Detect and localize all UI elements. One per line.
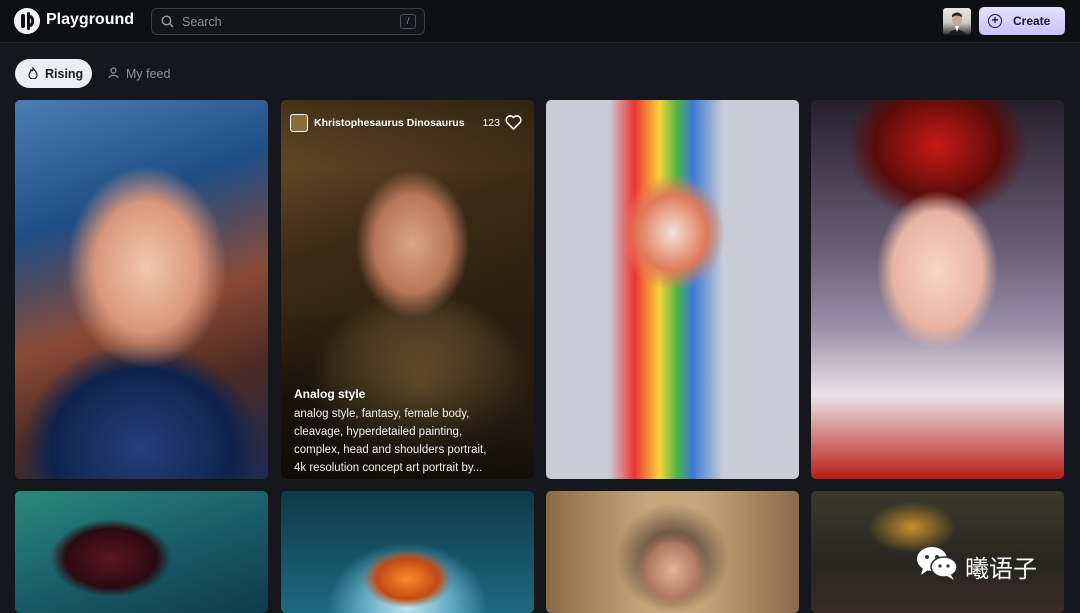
card-caption: Analog style analog style, fantasy, fema… [294,387,524,477]
tab-rising-label: Rising [45,67,84,81]
watermark-text: 曦语子 [965,555,1037,583]
search-shortcut-hint: / [400,14,416,29]
search-input[interactable]: Search / [151,8,425,35]
author-name: Khristophesaurus Dinosaurus [314,116,465,129]
feed-image-card[interactable] [546,491,799,613]
card-prompt-line: cleavage, hyperdetailed painting, [294,426,463,438]
search-icon [161,15,174,33]
watermark: 曦语子 [915,543,1055,583]
search-placeholder: Search [182,15,222,29]
card-prompt: analog style, fantasy, female body, clea… [294,405,524,477]
tab-rising[interactable]: Rising [15,59,92,88]
tab-my-feed-label: My feed [126,67,171,81]
plus-circle-icon: + [988,14,1002,28]
feed-image-card[interactable] [15,491,268,613]
tab-my-feed[interactable]: My feed [106,59,186,88]
app-name[interactable]: Playground [46,11,134,29]
feed-image-card[interactable] [281,491,534,613]
feed-image-card[interactable] [15,100,268,479]
feed-image-card-hovered[interactable]: Khristophesaurus Dinosaurus 123 Analog s… [281,100,534,479]
card-prompt-line: complex, head and shoulders portrait, [294,444,487,456]
card-prompt-line: analog style, fantasy, female body, [294,408,470,420]
heart-icon[interactable] [505,115,522,135]
feed-image-card[interactable] [546,100,799,479]
user-icon [108,67,119,82]
author-avatar [290,114,308,132]
top-bar: Playground Search / + Create [0,0,1080,43]
wechat-icon [915,545,959,586]
like-count: 123 [482,117,500,129]
avatar[interactable] [943,8,971,35]
create-button-label: Create [1013,14,1051,28]
card-title: Analog style [294,387,366,401]
create-button[interactable]: + Create [979,7,1065,35]
flame-icon [28,66,38,82]
card-author[interactable]: Khristophesaurus Dinosaurus [290,114,465,132]
feed-image-card[interactable] [811,100,1064,479]
card-prompt-line: 4k resolution concept art portrait by... [294,462,483,474]
playground-logo-icon[interactable] [14,8,40,34]
